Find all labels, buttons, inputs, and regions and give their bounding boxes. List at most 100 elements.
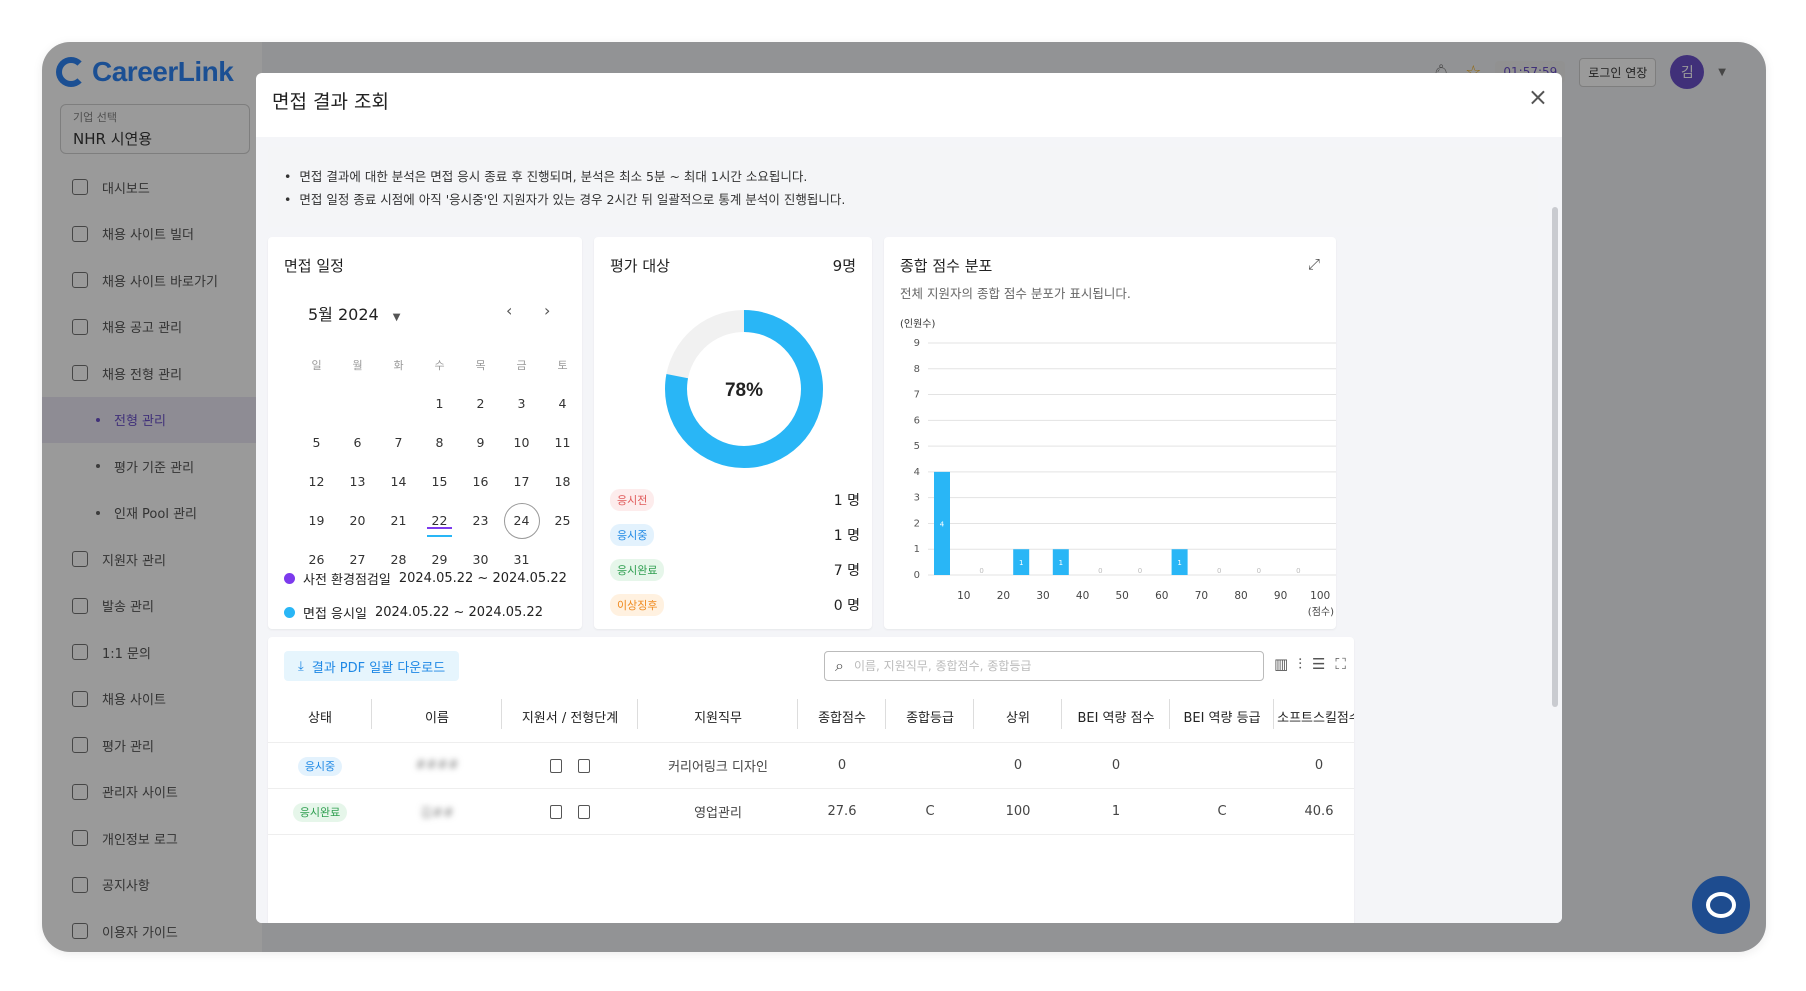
event-name: 면접 응시일: [303, 607, 367, 622]
cell-score: 27.6: [827, 804, 857, 819]
column-header[interactable]: 이름: [372, 699, 502, 729]
weekday-label: 목: [475, 358, 486, 372]
bar-value-label: 0: [979, 567, 983, 575]
status-count: 7 명: [833, 563, 860, 579]
modal-title: 면접 결과 조회: [272, 91, 389, 113]
column-header[interactable]: 지원서 / 전형단계: [502, 699, 638, 729]
cell-job: 커리어링크 디자인: [668, 760, 768, 775]
y-tick-label: 0: [914, 570, 920, 581]
column-header[interactable]: BEI 역량 등급: [1170, 699, 1274, 729]
search-box: ⌕: [824, 651, 1264, 681]
calendar-day[interactable]: 25: [542, 501, 583, 540]
filter-sliders-icon[interactable]: ⫶: [1298, 655, 1302, 673]
application-doc-icon[interactable]: [550, 804, 562, 819]
y-tick-label: 2: [914, 518, 920, 529]
calendar-day[interactable]: 6: [337, 423, 378, 462]
caret-down-icon: ▼: [392, 312, 401, 323]
chat-bubble-icon: [1706, 892, 1736, 918]
chat-button[interactable]: [1692, 876, 1750, 934]
calendar-day[interactable]: 8: [419, 423, 460, 462]
column-header[interactable]: BEI 역량 점수: [1062, 699, 1170, 729]
event-legend: 사전 환경점검일 2024.05.22 ~ 2024.05.22: [284, 569, 567, 588]
calendar-day[interactable]: 4: [542, 384, 583, 423]
completion-donut: 78%: [665, 310, 823, 468]
calendar-day[interactable]: 12: [296, 462, 337, 501]
calendar-day[interactable]: 21: [378, 501, 419, 540]
column-header[interactable]: 소프트스킬점수: [1274, 707, 1354, 726]
month-label: 5월 2024: [308, 305, 379, 324]
cell-rank: 0: [1013, 758, 1023, 773]
next-month-icon[interactable]: ›: [544, 301, 550, 320]
table-cell: C: [886, 804, 974, 819]
table-cell: [502, 804, 638, 819]
x-tick-label: 20: [997, 590, 1010, 602]
interview-result-modal: 면접 결과 조회 × 면접 결과에 대한 분석은 면접 응시 종료 후 진행되며…: [256, 73, 1562, 923]
calendar-day[interactable]: 17: [501, 462, 542, 501]
schedule-title: 면접 일정: [284, 257, 344, 275]
event-color-dot: [284, 573, 295, 584]
weekday-label: 화: [393, 358, 404, 372]
modal-body: 면접 결과에 대한 분석은 면접 응시 종료 후 진행되며, 분석은 최소 5분…: [256, 137, 1562, 923]
calendar-day[interactable]: 22: [419, 501, 460, 540]
status-row: 응시전 1 명: [610, 489, 860, 511]
calendar-day[interactable]: 18: [542, 462, 583, 501]
calendar-day[interactable]: 7: [378, 423, 419, 462]
status-row: 이상징후 0 명: [610, 594, 860, 616]
calendar-day[interactable]: 14: [378, 462, 419, 501]
calendar-day[interactable]: 19: [296, 501, 337, 540]
modal-scrollbar[interactable]: [1552, 207, 1558, 707]
donut-percent-label: 78%: [725, 380, 763, 401]
table-cell: 0: [1274, 758, 1354, 773]
y-tick-label: 7: [914, 390, 920, 401]
prev-month-icon[interactable]: ‹: [506, 301, 512, 320]
x-tick-label: 50: [1116, 590, 1129, 602]
stage-clipboard-icon[interactable]: [578, 758, 590, 773]
table-row[interactable]: 응시완료 김## 영업관리 27.6 C 100 1 C 40.6: [268, 789, 1354, 835]
calendar-empty: [337, 384, 378, 423]
stage-clipboard-icon[interactable]: [578, 804, 590, 819]
bar-value-label: 0: [1217, 567, 1221, 575]
month-select[interactable]: 5월 2024 ▼: [308, 301, 400, 325]
calendar-day[interactable]: 11: [542, 423, 583, 462]
calendar-day[interactable]: 3: [501, 384, 542, 423]
distribution-card: 종합 점수 분포 전체 지원자의 종합 점수 분포가 표시됩니다. ⤢ (인원수…: [884, 237, 1336, 629]
fullscreen-icon[interactable]: ⛶: [1335, 655, 1346, 673]
cell-soft: 0: [1314, 758, 1324, 773]
column-header[interactable]: 상위: [974, 699, 1062, 729]
table-cell: ####: [372, 758, 502, 773]
schedule-card: 면접 일정 5월 2024 ▼ ‹ › 일 월 화 수 목 금 토 1 2 3 4 5 6 7 8 9 10 11 1…: [268, 237, 582, 629]
event-range: 2024.05.22 ~ 2024.05.22: [398, 571, 567, 586]
event-legend: 면접 응시일 2024.05.22 ~ 2024.05.22: [284, 603, 543, 622]
column-header[interactable]: 종합점수: [798, 699, 886, 729]
table-cell: 응시중: [268, 756, 372, 776]
results-table: 상태 이름 지원서 / 전형단계 지원직무 종합점수 종합등급 상위 BEI 역량 점수 BEI…: [268, 691, 1354, 835]
table-cell: 0: [1062, 758, 1170, 773]
download-pdf-button[interactable]: ⤓ 결과 PDF 일괄 다운로드: [284, 651, 460, 681]
notice-box: 면접 결과에 대한 분석은 면접 응시 종료 후 진행되며, 분석은 최소 5분…: [268, 147, 1538, 227]
search-input[interactable]: [853, 659, 1234, 673]
calendar-day[interactable]: 2: [460, 384, 501, 423]
status-row: 응시완료 7 명: [610, 559, 860, 581]
calendar-day[interactable]: 13: [337, 462, 378, 501]
table-row[interactable]: 응시중 #### 커리어링크 디자인 0 0 0 0: [268, 743, 1354, 789]
calendar-day[interactable]: 9: [460, 423, 501, 462]
table-tools: ▥ ⫶ ☰ ⛶: [1274, 655, 1346, 673]
column-header[interactable]: 상태: [268, 699, 372, 729]
calendar-day[interactable]: 16: [460, 462, 501, 501]
calendar-day[interactable]: 20: [337, 501, 378, 540]
calendar-day[interactable]: 24: [503, 502, 540, 539]
close-icon[interactable]: ×: [1528, 85, 1548, 109]
calendar-day[interactable]: 5: [296, 423, 337, 462]
density-icon[interactable]: ☰: [1312, 655, 1325, 673]
calendar-day[interactable]: 10: [501, 423, 542, 462]
calendar-day[interactable]: 1: [419, 384, 460, 423]
calendar-day[interactable]: 23: [460, 501, 501, 540]
calendar-day[interactable]: 15: [419, 462, 460, 501]
columns-icon[interactable]: ▥: [1274, 655, 1288, 673]
column-header[interactable]: 종합등급: [886, 699, 974, 729]
table-cell: 100: [974, 804, 1062, 819]
application-doc-icon[interactable]: [550, 758, 562, 773]
bar-value-label: 1: [1177, 559, 1181, 567]
table-cell: 1: [1062, 804, 1170, 819]
column-header[interactable]: 지원직무: [638, 699, 798, 729]
